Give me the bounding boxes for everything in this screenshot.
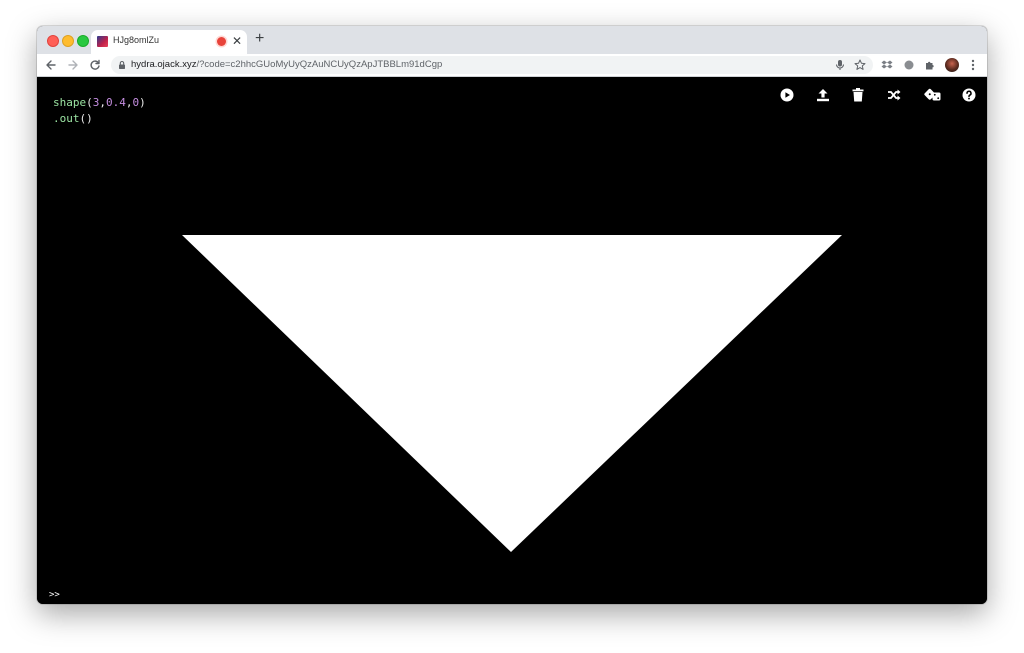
maximize-window-button[interactable]	[77, 35, 89, 47]
profile-avatar[interactable]	[945, 58, 959, 72]
code-comma: ,	[99, 96, 106, 109]
dice-icon	[924, 88, 941, 101]
browser-toolbar: hydra.ojack.xyz/?code=c2hhcGUoMyUyQzAuNC…	[37, 54, 987, 77]
code-line-1[interactable]: shape(3,0.4,0)	[53, 95, 146, 111]
forward-arrow-icon	[68, 60, 78, 70]
tab-strip: HJg8omlZu ✕ +	[37, 26, 987, 54]
random-button[interactable]	[924, 87, 942, 103]
code-comma: ,	[125, 96, 133, 109]
hydra-canvas	[182, 235, 842, 552]
url-path: /?code=c2hhcGUoMyUyQzAuNCUyQzApJTBBLm91d…	[196, 59, 443, 70]
hydra-canvas-area[interactable]: shape(3,0.4,0) .out() >>	[37, 77, 987, 604]
run-button[interactable]	[779, 87, 795, 103]
code-function-name: .out	[53, 112, 80, 125]
close-window-button[interactable]	[47, 35, 59, 47]
extension-circle-icon[interactable]	[902, 58, 916, 72]
back-arrow-icon	[46, 60, 56, 70]
console-prompt: >>	[49, 590, 60, 600]
code-function-name: shape	[53, 96, 87, 109]
code-paren: (	[86, 96, 93, 109]
recording-indicator-icon	[217, 37, 226, 46]
extensions-puzzle-icon[interactable]	[923, 58, 937, 72]
browser-window: HJg8omlZu ✕ + hydra.ojack.xyz/?code=c2hh…	[37, 26, 987, 604]
favicon-icon	[97, 36, 108, 47]
address-bar[interactable]: hydra.ojack.xyz/?code=c2hhcGUoMyUyQzAuNC…	[111, 56, 873, 74]
code-paren: ()	[79, 112, 93, 125]
url-text: hydra.ojack.xyz/?code=c2hhcGUoMyUyQzAuNC…	[131, 59, 442, 70]
reload-button[interactable]	[87, 57, 103, 73]
triangle-shape	[182, 235, 842, 552]
code-editor[interactable]: shape(3,0.4,0) .out()	[53, 95, 146, 127]
forward-button[interactable]	[65, 57, 81, 73]
browser-tab[interactable]: HJg8omlZu ✕	[91, 30, 247, 54]
trash-icon	[852, 88, 864, 102]
bookmark-star-icon[interactable]	[853, 58, 867, 72]
play-icon	[780, 88, 794, 102]
shuffle-button[interactable]	[886, 87, 902, 103]
lock-icon	[119, 61, 125, 69]
menu-kebab-icon[interactable]	[966, 58, 980, 72]
help-button[interactable]	[961, 87, 977, 103]
microphone-icon[interactable]	[833, 58, 847, 72]
dropbox-extension-icon[interactable]	[880, 58, 894, 72]
clear-button[interactable]	[850, 87, 866, 103]
tab-title: HJg8omlZu	[113, 35, 160, 45]
code-line-2[interactable]: .out()	[53, 111, 146, 127]
upload-icon	[817, 89, 829, 102]
code-paren: )	[139, 96, 146, 109]
new-tab-button[interactable]: +	[255, 29, 264, 49]
shuffle-icon	[888, 89, 901, 101]
code-number: 0.4	[106, 96, 126, 109]
upload-button[interactable]	[815, 87, 831, 103]
url-host: hydra.ojack.xyz	[131, 59, 197, 70]
minimize-window-button[interactable]	[62, 35, 74, 47]
tab-close-icon[interactable]: ✕	[232, 33, 242, 49]
reload-icon	[90, 59, 100, 70]
back-button[interactable]	[43, 57, 59, 73]
help-icon	[962, 88, 976, 102]
